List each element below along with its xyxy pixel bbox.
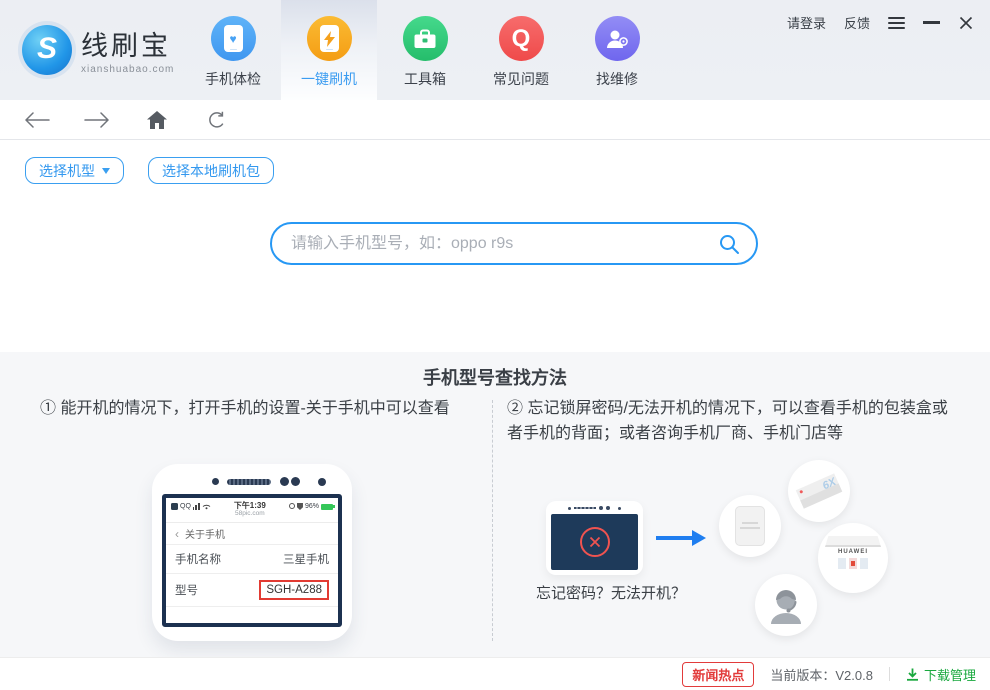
phone-back-circle [719,495,781,557]
browser-toolbar [0,100,990,140]
select-model-label: 选择机型 [39,162,95,179]
error-screen [551,514,638,570]
phone-box-circle: 6X [788,460,850,522]
phone-model-value: SGH-A288 [259,580,329,600]
about-phone-title: 关于手机 [185,530,225,541]
logo-letter: S [36,31,57,65]
status-site: 58pic.com [235,510,265,518]
login-link[interactable]: 请登录 [787,13,826,32]
phone-name-row: 手机名称 三星手机 [166,545,338,574]
app-logo: S 线刷宝 xianshuabao.com [22,24,174,75]
forward-button[interactable] [84,108,110,132]
nav-tab-label: 找维修 [596,71,638,87]
download-manager-label: 下载管理 [923,667,976,683]
search-box [270,222,758,265]
toolbox-icon [402,16,448,61]
minimize-button[interactable] [923,21,940,24]
select-local-package-label: 选择本地刷机包 [162,162,260,179]
actions-row: 选择机型 选择本地刷机包 [25,157,274,184]
phone-mockup: QQ 下午1:39 58pic.com 96% ‹ 关于手机 手机名称 三星手机… [152,464,352,641]
signal-bars-icon [192,503,200,510]
nav-tab-find-repair[interactable]: 找维修 [569,0,665,100]
store-sign: HUAWEI [838,549,868,555]
repair-icon [594,16,640,61]
chevron-left-icon: ‹ [175,526,179,541]
news-hotspot-badge[interactable]: 新闻热点 [682,661,755,687]
customer-service-icon [771,590,801,624]
phone-speaker-icons [152,464,352,486]
orientation-lock-icon [288,503,295,509]
phone-name-label: 手机名称 [175,554,221,566]
phone-flash-icon [306,16,352,61]
illustration-caption: 忘记密码？无法开机？ [536,585,687,602]
nav-tab-label: 手机体检 [205,71,261,87]
guide-title: 手机型号查找方法 [423,368,567,388]
shield-icon [296,503,303,510]
nav-tab-phone-checkup[interactable]: ♥ 手机体检 [185,0,281,100]
download-icon [906,668,918,681]
logo-icon: S [22,24,72,75]
search-input[interactable] [291,234,718,253]
phone-back-icon [735,506,765,546]
home-button[interactable] [144,108,170,132]
app-window: S 线刷宝 xianshuabao.com ♥ 手机体检 一键刷机 工具箱 Q … [0,0,990,690]
main-nav: ♥ 手机体检 一键刷机 工具箱 Q 常见问题 找维修 [185,0,665,100]
menu-icon[interactable] [888,15,905,31]
nav-tab-label: 一键刷机 [301,71,357,87]
phone-statusbar: QQ 下午1:39 58pic.com 96% [166,498,338,523]
titlebar-controls: 请登录 反馈 [787,13,974,32]
nav-tab-label: 工具箱 [404,71,446,87]
brand-domain: xianshuabao.com [81,64,175,75]
close-button[interactable] [958,15,974,31]
nav-tab-toolbox[interactable]: 工具箱 [377,0,473,100]
refresh-button[interactable] [204,108,230,132]
box-model-label: 6X [820,475,838,493]
guide-step-1: ① 能开机的情况下，打开手机的设置-关于手机中可以查看 [40,400,450,417]
status-bar: 新闻热点 当前版本：V2.0.8 下载管理 [0,657,990,690]
version-label: 当前版本：V2.0.8 [770,667,873,683]
customer-service-circle [755,574,817,636]
nav-tab-label: 常见问题 [493,71,549,87]
phone-store-circle: HUAWEI [818,523,888,593]
status-time: 下午1:39 [233,501,266,510]
phone-model-label: 型号 [175,585,198,597]
faq-icon: Q [498,16,544,61]
battery-percent: 96% [304,503,319,510]
logo-text: 线刷宝 xianshuabao.com [81,24,174,75]
guide-step-2: ② 忘记锁屏密码/无法开机的情况下，可以查看手机的包装盒或者手机的背面；或者咨询… [507,400,948,442]
search-icon[interactable] [718,233,740,255]
nav-tab-faq[interactable]: Q 常见问题 [473,0,569,100]
qq-app-icon [171,503,178,510]
model-guide-section: 手机型号查找方法 ① 能开机的情况下，打开手机的设置-关于手机中可以查看 ② 忘… [0,352,990,657]
wifi-icon [202,504,210,510]
column-divider [492,400,493,641]
storefront-icon: HUAWEI [825,536,881,580]
error-cross-icon [579,527,610,557]
footer-divider [888,667,890,681]
phone-health-icon: ♥ [210,16,256,61]
about-phone-row: ‹ 关于手机 [166,523,338,545]
nav-tab-one-key-flash[interactable]: 一键刷机 [281,0,377,100]
phone-box-icon: 6X [795,473,843,509]
arrow-right-icon [656,530,706,546]
brand-name: 线刷宝 [81,31,171,61]
download-manager-link[interactable]: 下载管理 [906,665,976,684]
qq-label: QQ [180,503,191,510]
battery-icon [320,503,335,510]
phone-name-value: 三星手机 [283,554,329,566]
caret-down-icon [102,167,110,174]
locked-phone-illustration [546,501,643,575]
feedback-link[interactable]: 反馈 [844,13,870,32]
app-header: S 线刷宝 xianshuabao.com ♥ 手机体检 一键刷机 工具箱 Q … [0,0,990,100]
phone-screen: QQ 下午1:39 58pic.com 96% ‹ 关于手机 手机名称 三星手机… [162,494,342,627]
select-model-button[interactable]: 选择机型 [25,157,124,184]
select-local-package-button[interactable]: 选择本地刷机包 [148,157,274,184]
heart-icon: ♥ [229,31,237,46]
lightning-icon [323,30,335,47]
back-button[interactable] [24,108,50,132]
phone-model-row: 型号 SGH-A288 [166,574,338,607]
